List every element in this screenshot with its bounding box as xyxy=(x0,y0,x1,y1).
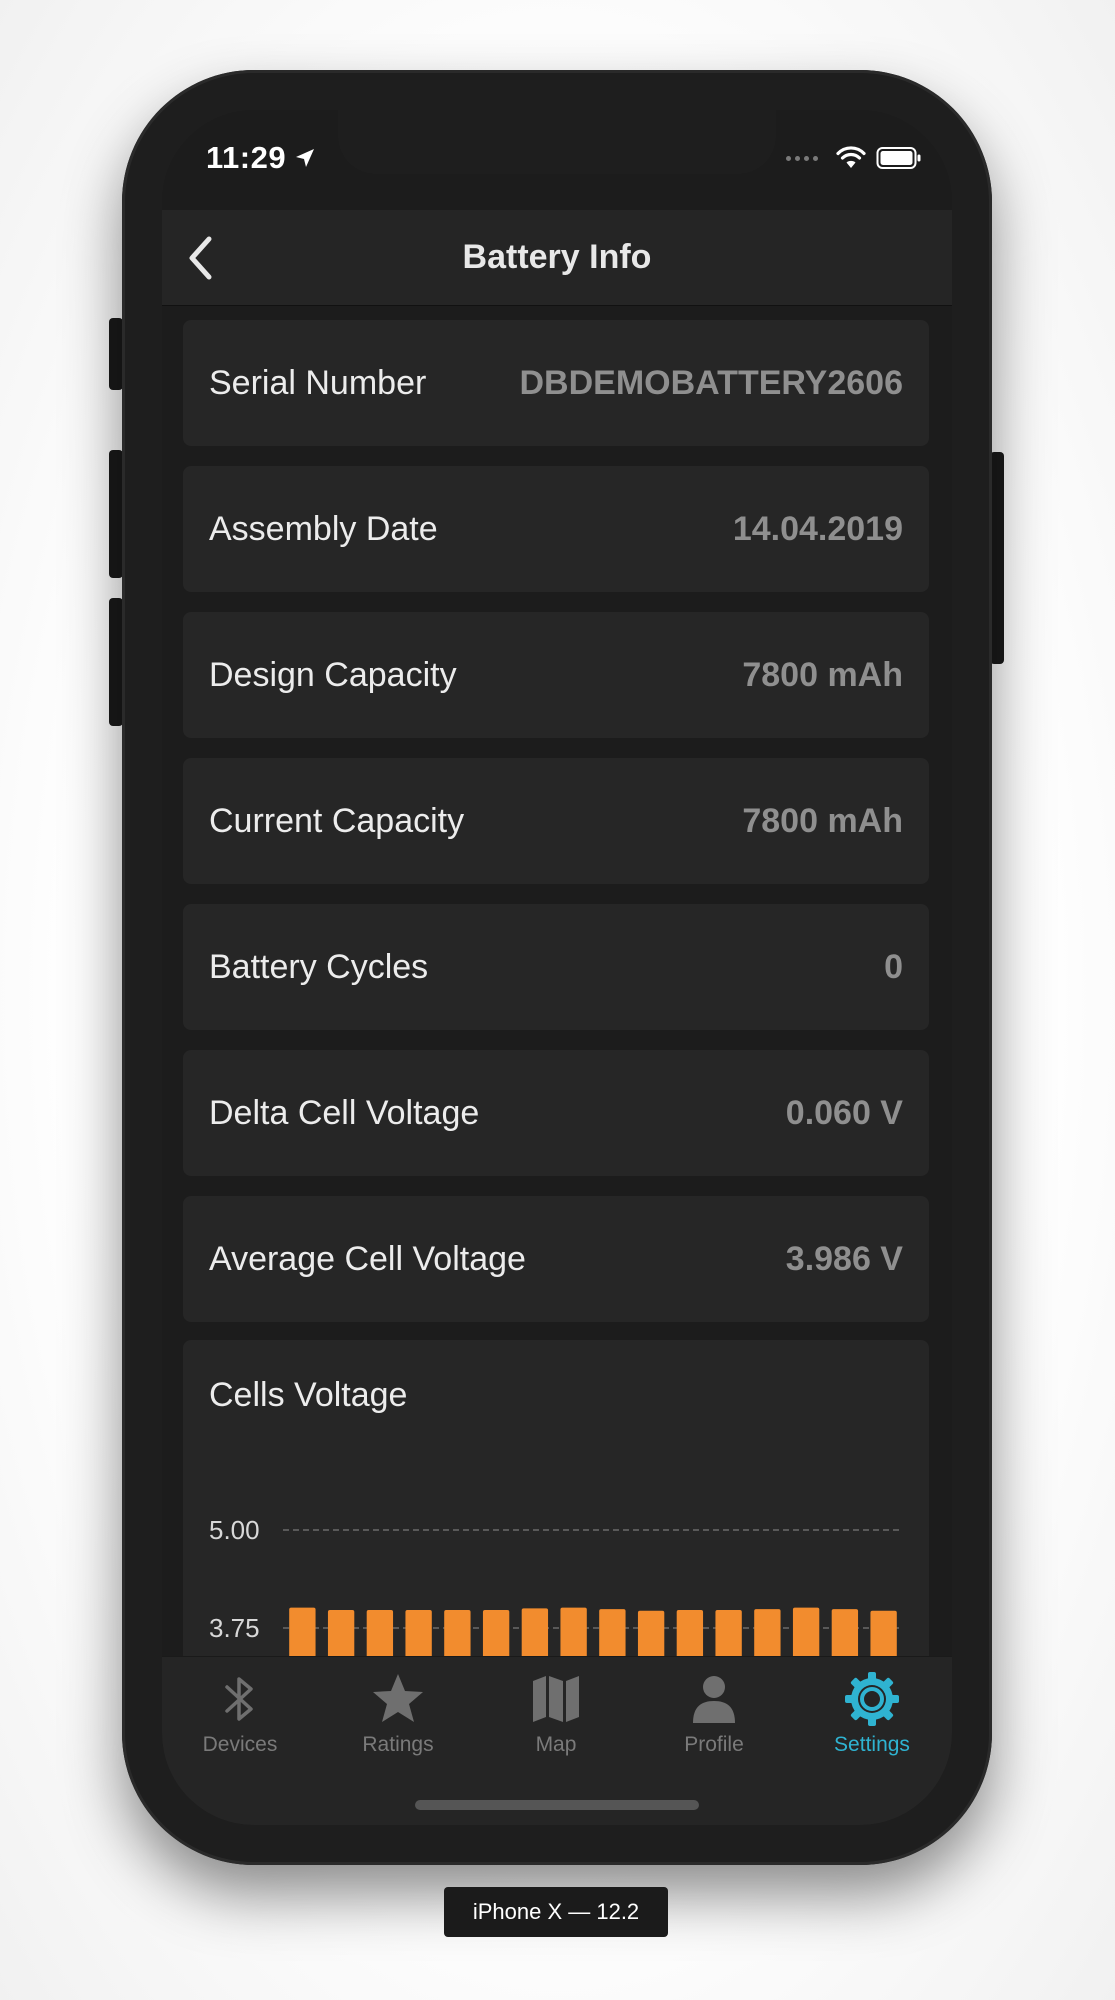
tab-ratings[interactable]: Ratings xyxy=(328,1671,468,1771)
battery-icon xyxy=(876,147,921,169)
wifi-icon xyxy=(836,146,866,168)
cells-voltage-card: Cells Voltage 5.00 3.75 xyxy=(183,1340,929,1656)
power-button xyxy=(990,452,1004,664)
tab-label: Ratings xyxy=(362,1733,434,1756)
battery-info-list[interactable]: Serial Number DBDEMOBATTERY2606 Assembly… xyxy=(162,306,952,1656)
tab-label: Profile xyxy=(684,1733,744,1756)
row-value: 7800 mAh xyxy=(742,802,903,840)
status-time: 11:29 xyxy=(206,140,316,176)
row-serial-number: Serial Number DBDEMOBATTERY2606 xyxy=(183,320,929,446)
tab-settings[interactable]: Settings xyxy=(802,1671,942,1771)
navigation-bar: Battery Info xyxy=(162,210,952,306)
cell-voltage-bar xyxy=(831,1609,859,1656)
cell-voltage-bar xyxy=(637,1610,665,1656)
gear-icon xyxy=(845,1672,899,1726)
status-time-text: 11:29 xyxy=(206,140,287,175)
row-label: Delta Cell Voltage xyxy=(209,1094,480,1132)
tab-profile[interactable]: Profile xyxy=(644,1671,784,1771)
row-label: Design Capacity xyxy=(209,656,457,694)
row-value: 0 xyxy=(884,948,903,986)
signal-icon xyxy=(786,155,818,161)
tab-label: Map xyxy=(535,1733,577,1756)
y-tick-label: 5.00 xyxy=(209,1515,260,1545)
tab-label: Settings xyxy=(834,1733,910,1756)
device-label: iPhone X — 12.2 xyxy=(444,1887,668,1937)
simulator-page: 11:29 Battery Info Serial Number DBDEMOB… xyxy=(0,0,1115,2000)
mute-switch xyxy=(109,318,123,390)
row-label: Assembly Date xyxy=(209,510,438,548)
cell-voltage-bar xyxy=(482,1609,510,1656)
cell-voltage-bar xyxy=(676,1609,704,1656)
cell-voltage-bar xyxy=(366,1609,394,1656)
row-label: Battery Cycles xyxy=(209,948,429,986)
row-label: Current Capacity xyxy=(209,802,465,840)
person-icon xyxy=(693,1676,735,1723)
cell-voltage-bar xyxy=(599,1609,626,1656)
row-label: Serial Number xyxy=(209,364,427,402)
star-icon xyxy=(373,1674,423,1722)
status-icons xyxy=(786,146,922,170)
row-value: 14.04.2019 xyxy=(732,510,903,548)
row-battery-cycles: Battery Cycles 0 xyxy=(183,904,929,1030)
tab-devices[interactable]: Devices xyxy=(170,1671,310,1771)
row-label: Average Cell Voltage xyxy=(209,1240,526,1278)
cell-voltage-bar xyxy=(870,1610,897,1656)
cell-voltage-bar xyxy=(754,1609,781,1656)
cell-voltage-bar xyxy=(327,1609,355,1656)
row-value: 7800 mAh xyxy=(742,656,903,694)
tab-label: Devices xyxy=(202,1733,278,1756)
row-value: 3.986 V xyxy=(785,1240,903,1278)
row-assembly-date: Assembly Date 14.04.2019 xyxy=(183,466,929,592)
volume-up-button xyxy=(109,450,123,578)
cell-voltage-bar xyxy=(444,1609,471,1656)
cell-voltage-bar xyxy=(405,1609,432,1656)
cell-voltage-bar xyxy=(289,1607,316,1656)
home-indicator[interactable] xyxy=(415,1800,699,1810)
row-current-capacity: Current Capacity 7800 mAh xyxy=(183,758,929,884)
y-tick-label: 3.75 xyxy=(209,1613,260,1643)
tab-map[interactable]: Map xyxy=(486,1671,626,1771)
row-value: DBDEMOBATTERY2606 xyxy=(519,364,903,402)
volume-down-button xyxy=(109,598,123,726)
row-design-capacity: Design Capacity 7800 mAh xyxy=(183,612,929,738)
row-average-cell-voltage: Average Cell Voltage 3.986 V xyxy=(183,1196,929,1322)
map-icon xyxy=(533,1676,579,1722)
cell-voltage-bar xyxy=(792,1607,820,1656)
cell-voltage-bar xyxy=(560,1607,587,1656)
notch xyxy=(338,110,776,174)
row-delta-cell-voltage: Delta Cell Voltage 0.060 V xyxy=(183,1050,929,1176)
cell-voltage-bar xyxy=(715,1609,742,1656)
page-title: Battery Info xyxy=(462,238,652,276)
location-arrow-icon xyxy=(296,149,315,167)
cells-voltage-chart: 5.00 3.75 xyxy=(209,1515,903,1656)
bluetooth-icon xyxy=(225,1677,253,1721)
cell-voltage-bar xyxy=(521,1608,549,1656)
row-value: 0.060 V xyxy=(785,1094,903,1132)
phone-screen: 11:29 Battery Info Serial Number DBDEMOB… xyxy=(162,110,952,1825)
